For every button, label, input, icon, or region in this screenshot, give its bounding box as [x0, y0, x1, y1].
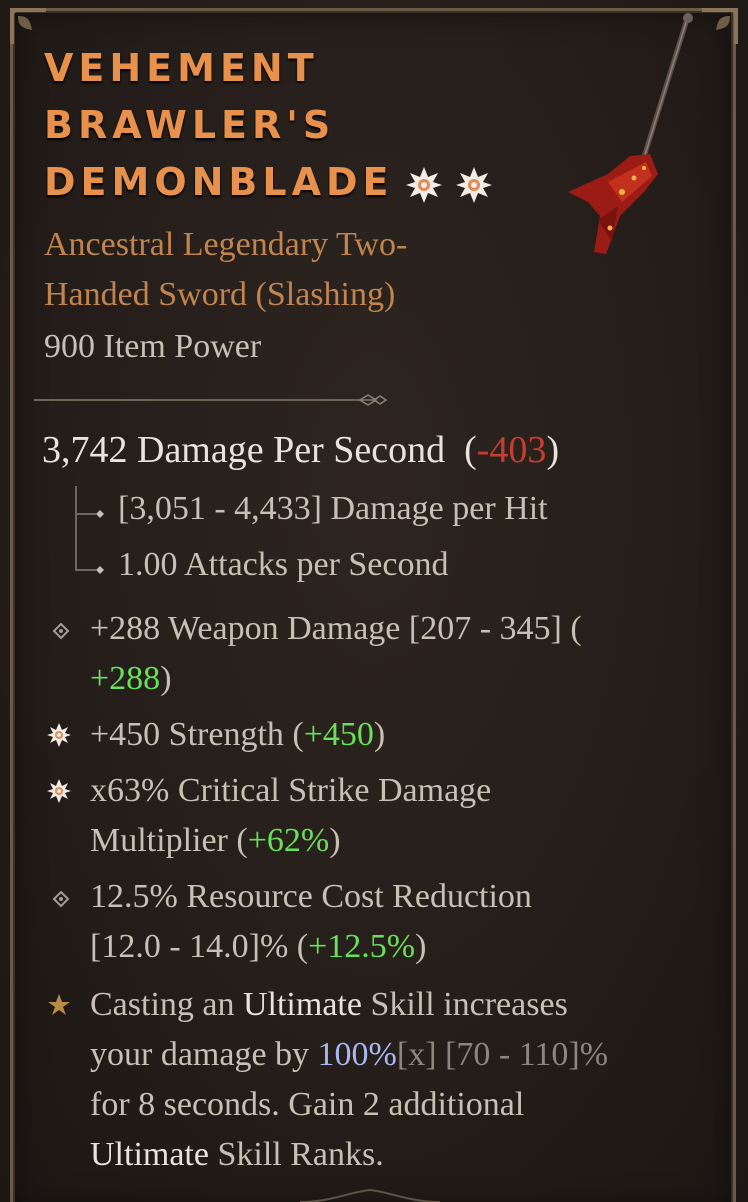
damage-per-hit: [3,051 - 4,433] Damage per Hit [118, 490, 548, 527]
aspect-keyword: Ultimate [242, 986, 362, 1023]
affix-diamond-icon [52, 622, 70, 640]
item-name-line: BRAWLER'S [44, 103, 336, 147]
greater-affix-star-icon [455, 166, 492, 203]
dps-value: 3,742 Damage Per Second [42, 429, 446, 471]
bottom-divider-ornament [300, 1188, 440, 1202]
item-name-line-row: DEMONBLADE [44, 154, 564, 211]
item-tooltip: VEHEMENT BRAWLER'S DEMONBLADE Ancestral … [0, 0, 748, 1202]
greater-affix-star-icon [47, 779, 71, 803]
item-type-line: Ancestral Legendary Two- [44, 226, 408, 263]
item-name-line: DEMONBLADE [44, 160, 394, 204]
dps-diff: -403 [476, 429, 547, 471]
legendary-aspect: Casting an Ultimate Skill increases your… [90, 980, 710, 1180]
affix-resource-cost: 12.5% Resource Cost Reduction [12.0 - 14… [90, 872, 710, 972]
aspect-text: for 8 seconds. Gain 2 additional [90, 1086, 525, 1123]
affix-text: x63% Critical Strike Damage [90, 772, 492, 809]
affix-critical-strike: x63% Critical Strike Damage Multiplier (… [90, 766, 710, 866]
section-divider [34, 394, 388, 406]
aspect-value: 100% [317, 1036, 397, 1073]
dps-paren-open: ( [464, 429, 477, 471]
attacks-per-second: 1.00 Attacks per Second [118, 546, 449, 583]
affix-diff: +288 [90, 660, 161, 697]
two-handed-sword-icon [568, 13, 693, 254]
aspect-text: your damage by [90, 1036, 318, 1073]
item-type-line: Handed Sword (Slashing) [44, 276, 396, 313]
affix-paren-close: ) [415, 928, 427, 965]
affix-paren-close: ) [329, 822, 341, 859]
affix-text: +288 Weapon Damage [207 - 345] ( [90, 610, 582, 647]
dps-paren-close: ) [546, 429, 560, 471]
greater-affix-star-icon [47, 723, 71, 747]
aspect-text: Skill Ranks. [208, 1136, 384, 1173]
affix-paren-close: ) [160, 660, 172, 697]
affix-diff: +12.5% [308, 928, 416, 965]
affix-diamond-icon [52, 890, 70, 908]
aspect-range: [70 - 110]% [436, 1036, 609, 1073]
greater-affix-star-icon [405, 166, 442, 203]
stat-tree-lines [75, 486, 104, 574]
aspect-text: Casting an [90, 986, 243, 1023]
affix-text: [12.0 - 14.0]% ( [90, 928, 309, 965]
aspect-keyword: Ultimate [90, 1136, 209, 1173]
item-power: 900 Item Power [44, 328, 262, 365]
affix-diff: +450 [303, 716, 374, 753]
legendary-star-icon [48, 994, 70, 1015]
item-name: VEHEMENT BRAWLER'S DEMONBLADE [44, 40, 564, 211]
affix-text: +450 Strength ( [90, 716, 304, 753]
affix-weapon-damage: +288 Weapon Damage [207 - 345] ( +288) [90, 604, 710, 704]
aspect-text: Skill increases [361, 986, 568, 1023]
item-name-line: VEHEMENT [44, 46, 319, 90]
item-type: Ancestral Legendary Two- Handed Sword (S… [44, 220, 524, 320]
aspect-multiplier-tag: [x] [396, 1036, 437, 1073]
affix-strength: +450 Strength (+450) [90, 710, 710, 760]
affix-paren-close: ) [373, 716, 386, 753]
damage-per-second: 3,742 Damage Per Second (-403) [42, 428, 559, 472]
affix-diff: +62% [247, 822, 330, 859]
affix-text: 12.5% Resource Cost Reduction [90, 878, 532, 915]
affix-text: Multiplier ( [90, 822, 248, 859]
corner-ornament-icon [10, 8, 46, 44]
